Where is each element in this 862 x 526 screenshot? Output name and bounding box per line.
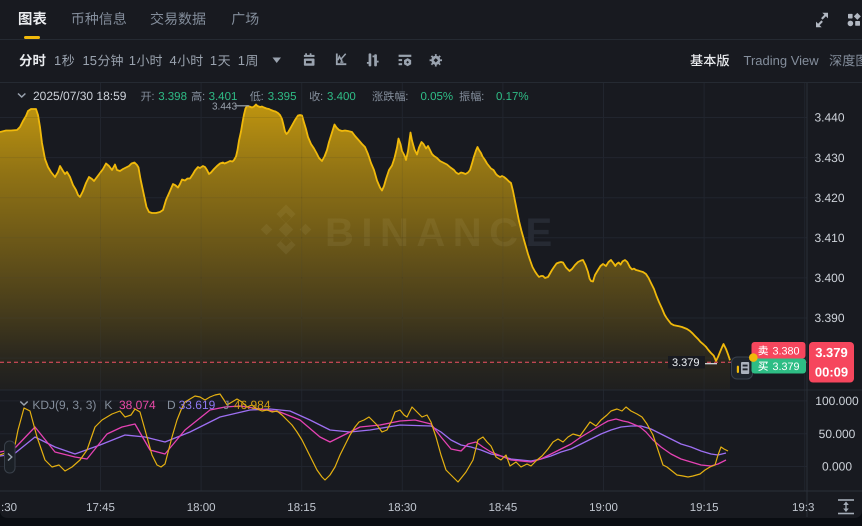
svg-text:4: 4 xyxy=(170,53,177,68)
svg-text:3.379: 3.379 xyxy=(815,345,848,360)
svg-text::: : xyxy=(320,91,323,103)
svg-text::: : xyxy=(481,91,484,103)
svg-text:3.380: 3.380 xyxy=(772,345,799,357)
svg-text:50.000: 50.000 xyxy=(819,427,856,441)
svg-text:19:00: 19:00 xyxy=(589,502,618,514)
svg-text:3.398: 3.398 xyxy=(158,91,187,103)
svg-text:1: 1 xyxy=(54,53,61,68)
svg-text:18:15: 18:15 xyxy=(287,502,316,514)
svg-text::: : xyxy=(202,91,205,103)
svg-text:3.401: 3.401 xyxy=(209,91,238,103)
svg-text:2025/07/30 18:59: 2025/07/30 18:59 xyxy=(33,89,127,103)
svg-text::: : xyxy=(405,91,408,103)
svg-text::30: :30 xyxy=(1,502,17,514)
svg-text::: : xyxy=(151,91,154,103)
svg-text:0.17%: 0.17% xyxy=(496,91,529,103)
svg-text:3.379: 3.379 xyxy=(772,361,799,373)
svg-text:1: 1 xyxy=(210,53,217,68)
svg-text:46.984: 46.984 xyxy=(234,398,271,412)
svg-text:3.400: 3.400 xyxy=(327,91,356,103)
svg-text:100.000: 100.000 xyxy=(815,394,859,408)
svg-text:D: D xyxy=(167,398,176,412)
svg-text:19:15: 19:15 xyxy=(690,502,719,514)
svg-text:0.000: 0.000 xyxy=(822,460,852,474)
svg-text:0.05%: 0.05% xyxy=(421,91,454,103)
svg-text:Trading View: Trading View xyxy=(744,53,820,68)
svg-text:3.440: 3.440 xyxy=(814,111,844,125)
svg-text:18:30: 18:30 xyxy=(388,502,417,514)
svg-text:18:00: 18:00 xyxy=(187,502,216,514)
svg-text:18:45: 18:45 xyxy=(489,502,518,514)
svg-text:19:3: 19:3 xyxy=(792,502,814,514)
svg-text:1: 1 xyxy=(129,53,136,68)
svg-text:17:45: 17:45 xyxy=(86,502,115,514)
svg-text:3.390: 3.390 xyxy=(814,311,844,325)
svg-text:00:09: 00:09 xyxy=(815,365,848,380)
svg-text:3.430: 3.430 xyxy=(814,151,844,165)
svg-text:33.619: 33.619 xyxy=(179,398,216,412)
svg-text:3.395: 3.395 xyxy=(268,91,297,103)
svg-text:15: 15 xyxy=(83,53,97,68)
svg-text:K: K xyxy=(104,398,112,412)
svg-text:38.074: 38.074 xyxy=(119,398,156,412)
svg-text:1: 1 xyxy=(238,53,245,68)
svg-text:3.400: 3.400 xyxy=(814,271,844,285)
svg-text:3.410: 3.410 xyxy=(814,231,844,245)
svg-text:3.379: 3.379 xyxy=(672,357,700,369)
svg-text:J: J xyxy=(223,398,229,412)
svg-text::: : xyxy=(261,91,264,103)
svg-text:KDJ(9, 3, 3): KDJ(9, 3, 3) xyxy=(32,398,96,412)
svg-text:3.420: 3.420 xyxy=(814,191,844,205)
